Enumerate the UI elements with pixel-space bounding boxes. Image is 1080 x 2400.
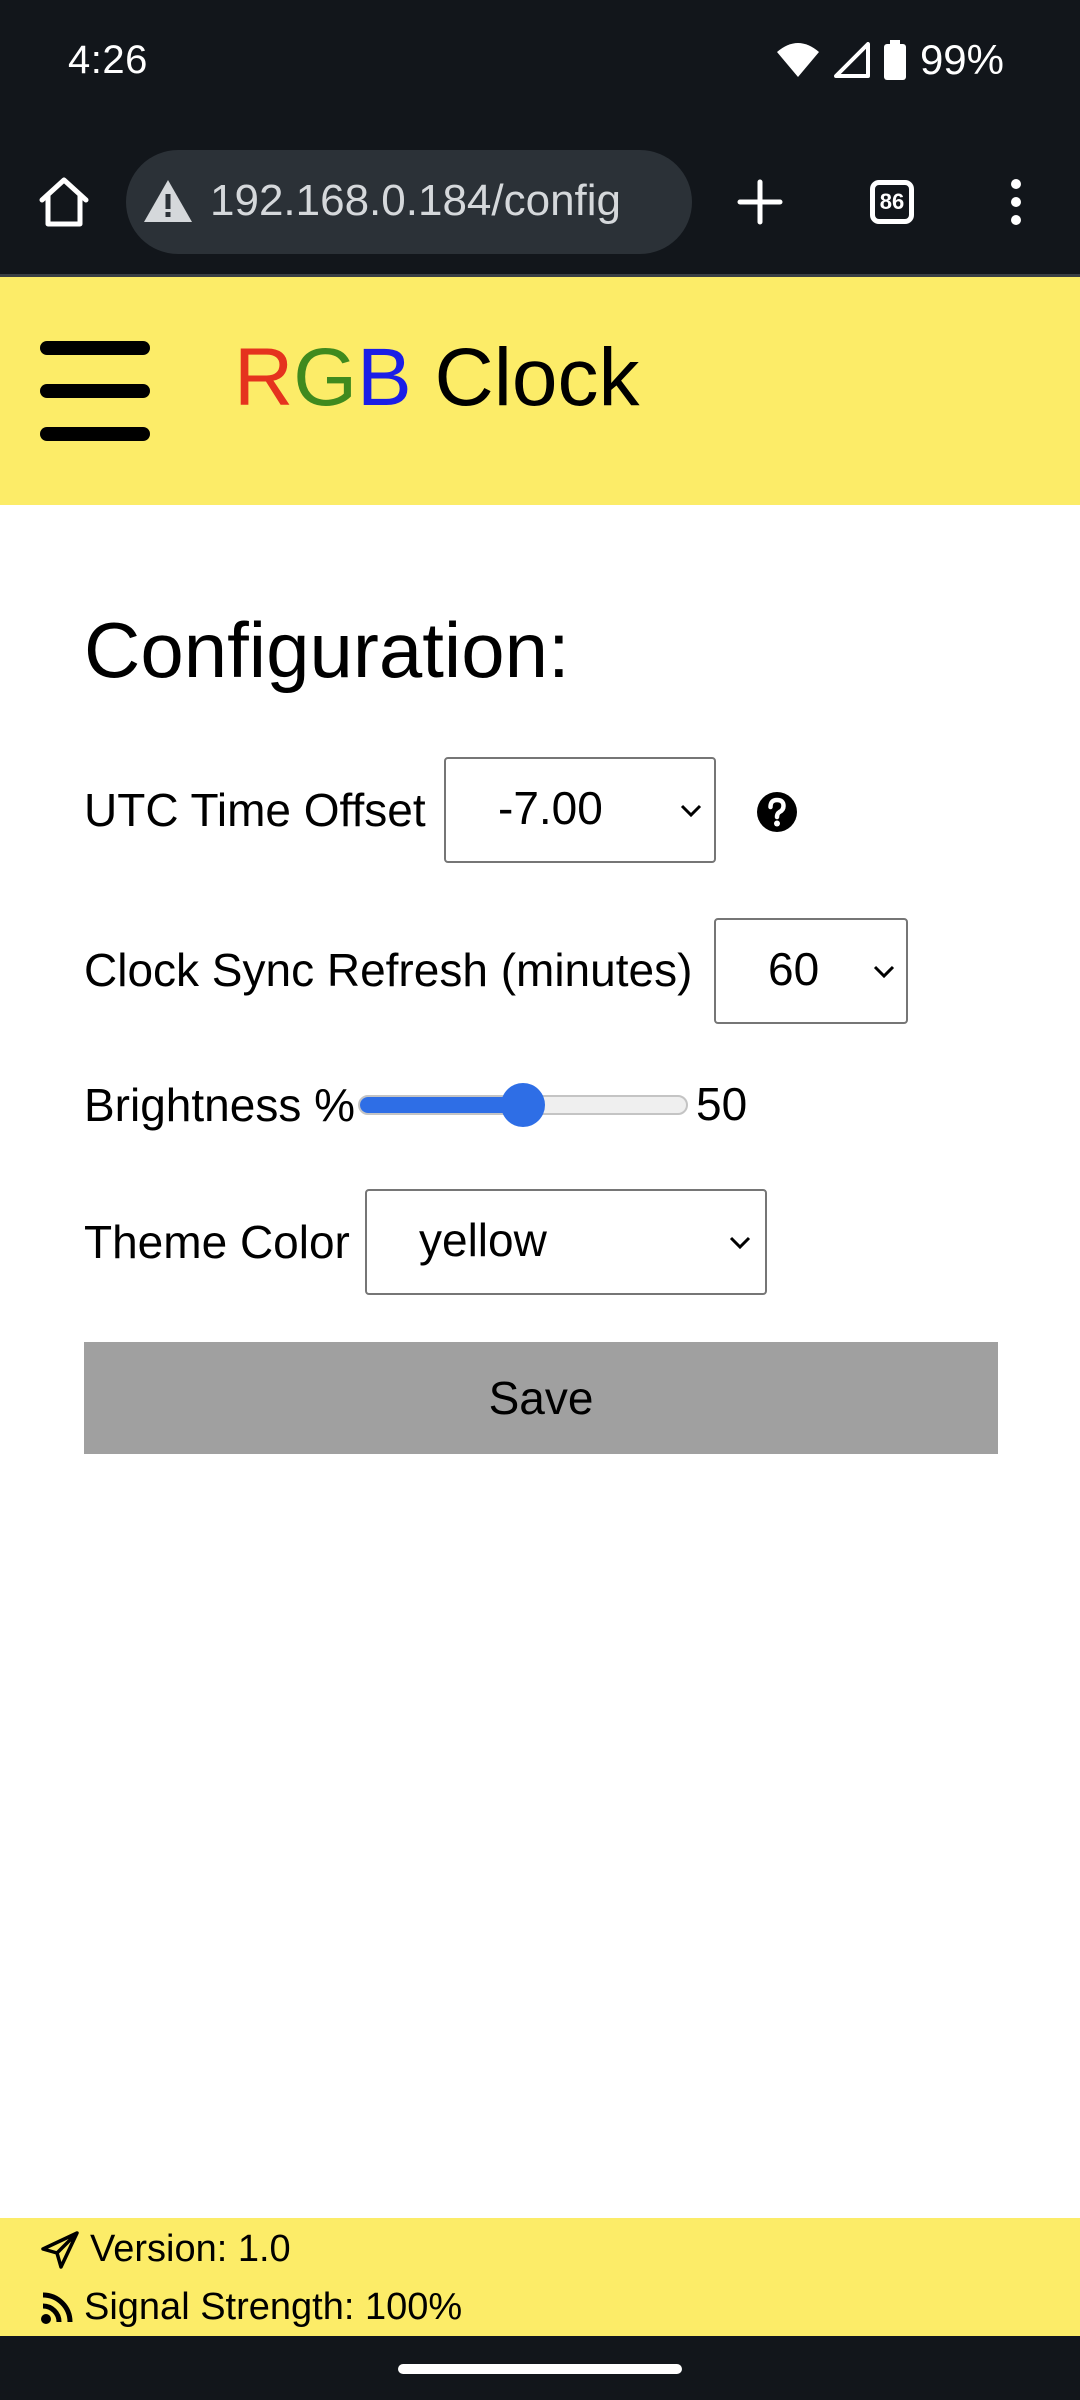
title-letter-b: B [357, 332, 412, 423]
browser-toolbar: 192.168.0.184/config 86 [0, 128, 1080, 276]
signal-line: Signal Strength: 100% [40, 2286, 462, 2329]
status-bar: 4:26 99% [0, 0, 1080, 128]
plus-icon [737, 179, 783, 225]
slider-fill [360, 1097, 523, 1113]
chevron-down-icon [873, 965, 895, 979]
hamburger-menu-icon[interactable] [40, 341, 150, 441]
theme-color-select[interactable]: yellow [365, 1189, 767, 1295]
help-icon[interactable] [756, 791, 798, 833]
cellular-signal-icon [833, 42, 870, 78]
sync-refresh-label: Clock Sync Refresh (minutes) [84, 944, 693, 996]
save-button[interactable]: Save [84, 1342, 998, 1454]
wifi-icon [776, 43, 819, 77]
phone-screen: 4:26 99% 192.168.0.184/config 86 RGB Clo… [0, 0, 1080, 2400]
chevron-down-icon [680, 804, 702, 818]
utc-offset-value: -7.00 [498, 782, 603, 834]
more-vert-icon [1011, 179, 1021, 225]
sync-refresh-select[interactable]: 60 [714, 918, 908, 1024]
sync-refresh-value: 60 [768, 943, 820, 995]
title-letter-r: R [234, 332, 294, 423]
home-gesture-handle[interactable] [398, 2364, 682, 2374]
title-letter-g: G [293, 332, 358, 423]
utc-offset-label: UTC Time Offset [84, 784, 426, 836]
signal-text: Signal Strength: 100% [84, 2286, 463, 2328]
theme-color-label: Theme Color [84, 1216, 350, 1268]
status-time: 4:26 [68, 38, 148, 82]
tab-switcher-button[interactable]: 86 [858, 168, 926, 236]
battery-icon [883, 40, 906, 80]
paper-plane-icon [41, 2230, 79, 2269]
address-bar[interactable]: 192.168.0.184/config [126, 150, 692, 254]
version-text: Version: 1.0 [90, 2228, 291, 2270]
system-nav-bar [0, 2336, 1080, 2400]
home-button[interactable] [30, 168, 98, 236]
home-icon [39, 177, 89, 227]
status-icons: 99% [776, 36, 1004, 84]
not-secure-warning-icon[interactable] [140, 174, 196, 230]
brightness-label: Brightness % [84, 1079, 356, 1131]
app-header: RGB Clock [0, 277, 1080, 505]
utc-offset-select[interactable]: -7.00 [444, 757, 716, 863]
brightness-slider[interactable] [358, 1080, 688, 1130]
battery-percent: 99% [919, 36, 1004, 83]
new-tab-button[interactable] [728, 168, 792, 236]
chevron-down-icon [729, 1236, 751, 1250]
slider-thumb[interactable] [501, 1083, 545, 1127]
tab-count: 86 [870, 180, 914, 224]
brightness-value: 50 [696, 1078, 748, 1130]
url-text: 192.168.0.184/config [210, 176, 622, 225]
footer: Version: 1.0 Signal Strength: 100% [0, 2218, 1080, 2336]
browser-menu-button[interactable] [996, 168, 1036, 236]
page-title: Configuration: [84, 606, 570, 694]
rss-signal-icon [41, 2292, 73, 2324]
title-rest: Clock [411, 332, 640, 423]
theme-color-value: yellow [419, 1214, 547, 1266]
version-line: Version: 1.0 [40, 2228, 291, 2271]
app-title: RGB Clock [234, 331, 640, 425]
